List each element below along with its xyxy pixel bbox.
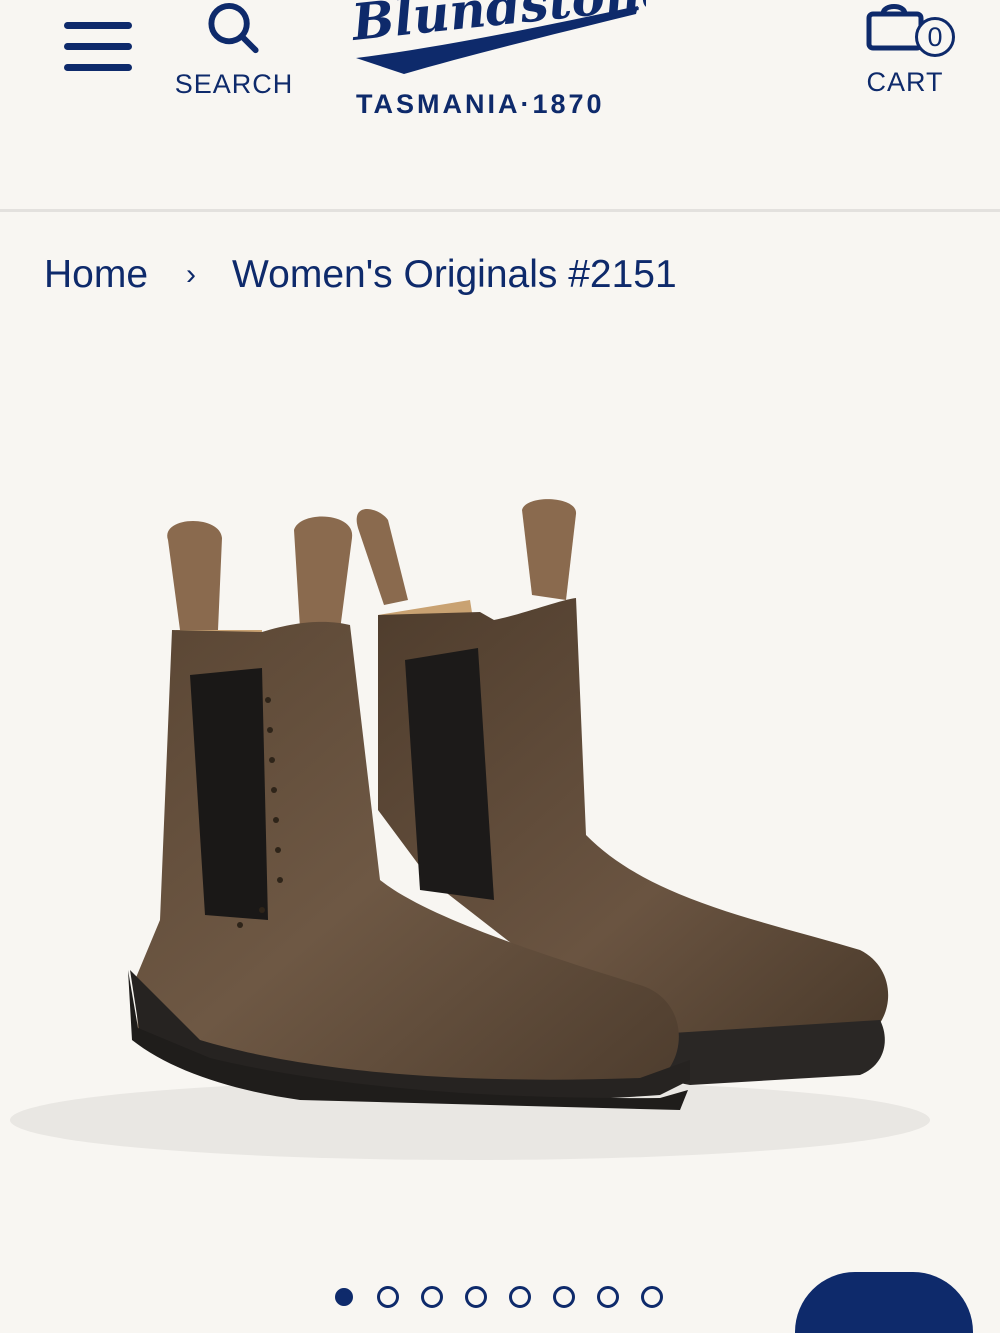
carousel-dot-5[interactable]: [509, 1286, 531, 1308]
logo-tagline: TASMANIA·1870: [356, 89, 605, 119]
carousel-dot-6[interactable]: [553, 1286, 575, 1308]
breadcrumb-current-page: Women's Originals #2151: [232, 253, 677, 296]
site-header: SEARCH Blundstone TASMANIA·1870 0 CART: [0, 0, 1000, 212]
carousel-dot-2[interactable]: [377, 1286, 399, 1308]
chevron-right-icon: ›: [186, 258, 197, 291]
product-image[interactable]: [0, 480, 1000, 1220]
hamburger-bar: [64, 63, 132, 71]
carousel-dot-7[interactable]: [597, 1286, 619, 1308]
carousel-dot-4[interactable]: [465, 1286, 487, 1308]
carousel-dot-3[interactable]: [421, 1286, 443, 1308]
carousel-dots: [333, 1285, 663, 1309]
breadcrumb-home-link[interactable]: Home: [44, 253, 148, 297]
carousel-dot-8[interactable]: [641, 1286, 663, 1308]
hamburger-menu-icon: [64, 21, 132, 29]
floating-action-button[interactable]: [795, 1272, 973, 1333]
breadcrumb: Home › Women's Originals #2151: [44, 250, 677, 300]
brand-logo[interactable]: Blundstone TASMANIA·1870: [346, 0, 646, 125]
boots-illustration: [10, 499, 930, 1160]
cart-label: CART: [866, 67, 944, 97]
cart-count-badge: 0: [915, 17, 955, 57]
cart-button[interactable]: 0 CART: [850, 0, 960, 100]
product-page: SEARCH Blundstone TASMANIA·1870 0 CART H…: [0, 0, 1000, 1333]
search-label: SEARCH: [174, 69, 294, 99]
carousel-dot-1[interactable]: [335, 1288, 353, 1306]
search-button[interactable]: SEARCH: [170, 0, 298, 100]
hamburger-bar: [64, 42, 132, 50]
search-icon: [208, 2, 259, 54]
menu-button[interactable]: [64, 16, 136, 76]
cart-icon-group: 0: [865, 0, 955, 62]
logo-wordmark: Blundstone: [347, 0, 646, 74]
